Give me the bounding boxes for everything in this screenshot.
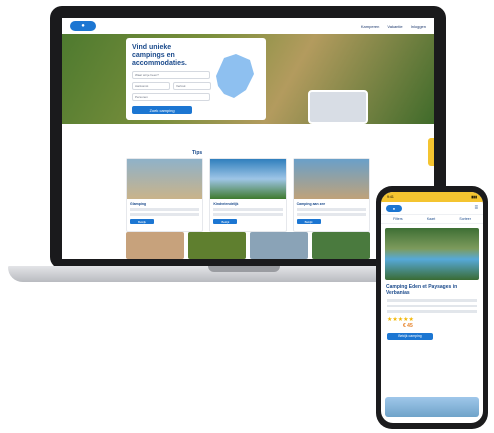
brand-logo[interactable]: ● — [70, 21, 96, 31]
price-label: € 45 — [403, 322, 413, 329]
laptop-notch — [208, 266, 280, 272]
top-nav: ● Kamperen Vakantie Inloggen — [62, 18, 434, 34]
hero-title: Vind unieke campings en accommodaties. — [132, 44, 187, 67]
nav-link-b[interactable]: Vakantie — [387, 24, 402, 29]
brand-logo[interactable]: ● — [386, 204, 402, 212]
tab-map[interactable]: Kaart — [427, 217, 435, 221]
search-button[interactable]: Zoek camping — [132, 106, 192, 114]
card[interactable]: Camping aan zee Bekijk — [292, 158, 370, 232]
next-listing[interactable] — [385, 397, 479, 417]
card-button[interactable]: Bekijk — [296, 219, 321, 224]
europe-map-icon — [216, 54, 254, 98]
card[interactable]: Glamping Bekijk — [126, 158, 204, 232]
card-list: Glamping Bekijk Kindvriendelijk Bekijk C… — [126, 158, 370, 232]
preview-tile[interactable] — [308, 90, 368, 124]
search-card: Vind unieke campings en accommodaties. W… — [126, 38, 266, 120]
card-button[interactable]: Bekijk — [130, 219, 154, 224]
nav-link-a[interactable]: Kamperen — [361, 24, 379, 29]
status-bar: 9:41 ▮▮▮ — [381, 192, 483, 202]
guests-input[interactable]: Personen — [132, 93, 210, 101]
view-button[interactable]: Bekijk camping — [387, 332, 433, 340]
nav-link-c[interactable]: Inloggen — [411, 24, 426, 29]
section-title: Tips — [192, 150, 203, 156]
phone-screen: 9:41 ▮▮▮ ● ≡ Filters Kaart Sorteer Campin… — [381, 192, 483, 423]
photo-strip — [126, 232, 370, 259]
tab-sort[interactable]: Sorteer — [459, 217, 470, 221]
feedback-tab[interactable] — [428, 138, 434, 166]
hero-banner: Vind unieke campings en accommodaties. W… — [62, 34, 434, 124]
card[interactable]: Kindvriendelijk Bekijk — [209, 158, 287, 232]
phone-tabs: Filters Kaart Sorteer — [381, 214, 483, 224]
camping-title[interactable]: Camping Eden et Paysages in Verbanias — [386, 284, 478, 296]
card-button[interactable]: Bekijk — [213, 219, 238, 224]
rating-stars: ★★★★★ — [387, 316, 414, 323]
camping-photo[interactable] — [385, 228, 479, 280]
destination-input[interactable]: Waar wil je heen? — [132, 71, 210, 79]
arrival-input[interactable]: Aankomst — [132, 82, 170, 90]
menu-icon[interactable]: ≡ — [474, 205, 478, 211]
tab-filters[interactable]: Filters — [393, 217, 403, 221]
phone-header: ● ≡ — [381, 202, 483, 214]
